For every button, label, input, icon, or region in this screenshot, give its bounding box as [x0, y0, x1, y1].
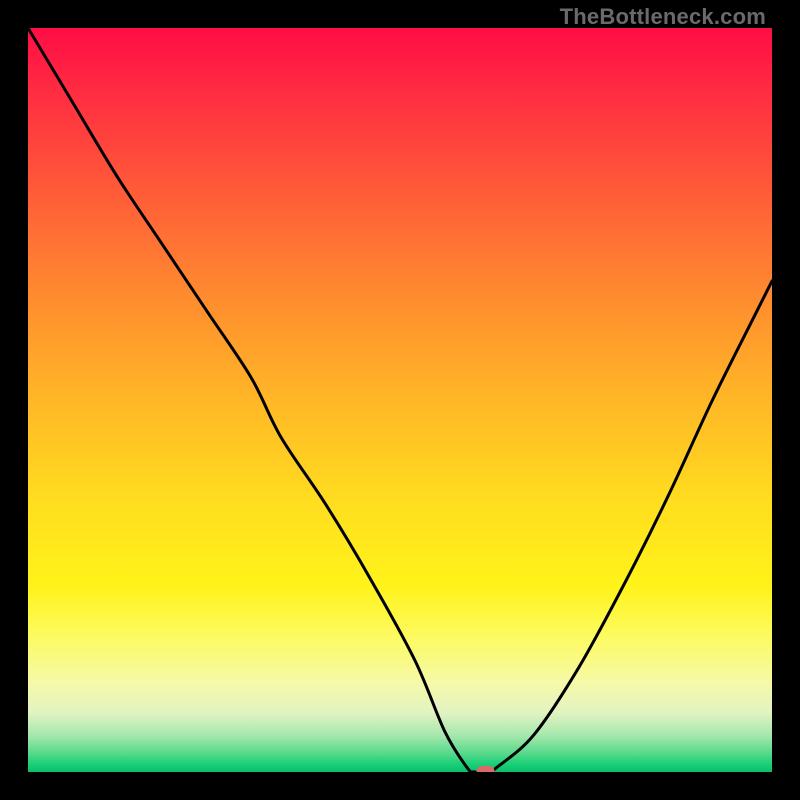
bottleneck-curve [28, 28, 772, 772]
curve-layer [28, 28, 772, 772]
optimal-marker [477, 766, 495, 772]
watermark-text: TheBottleneck.com [560, 4, 766, 30]
plot-area [28, 28, 772, 772]
chart-frame: TheBottleneck.com [0, 0, 800, 800]
